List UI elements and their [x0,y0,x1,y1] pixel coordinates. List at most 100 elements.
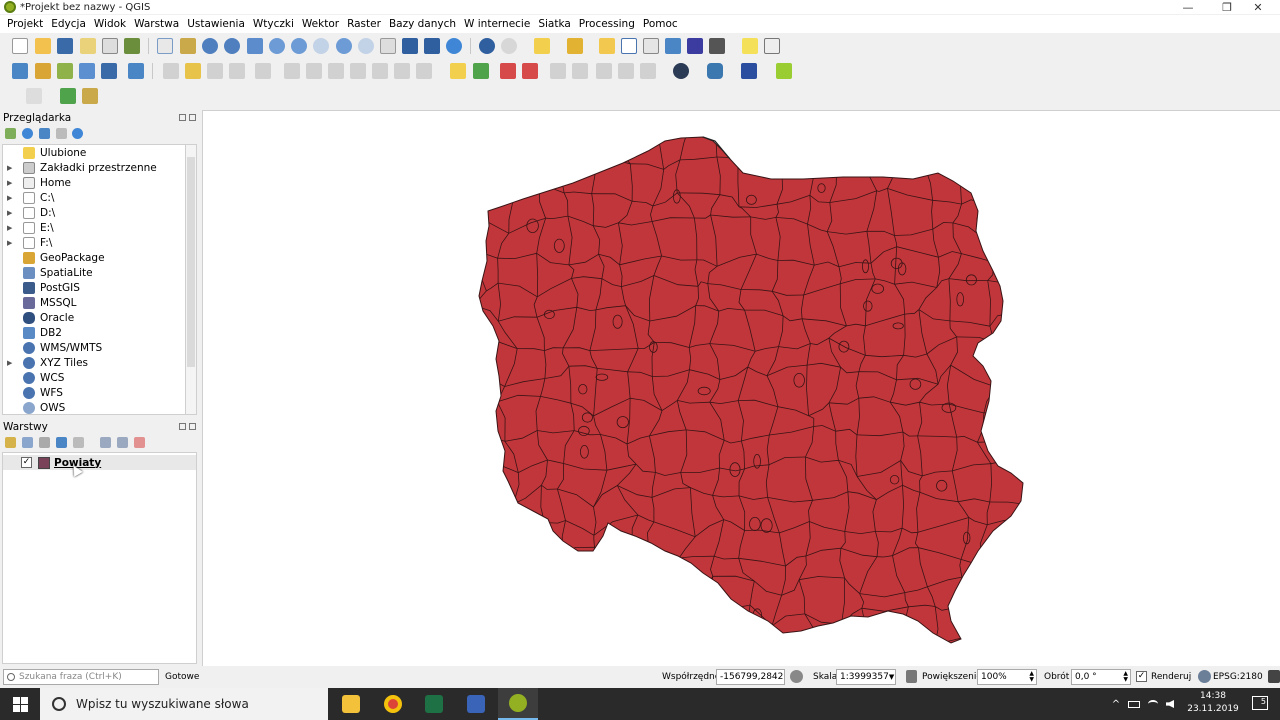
coordinate-field[interactable]: -156799,284230 [716,669,785,685]
taskbar-clock[interactable]: 14:38 23.11.2019 [1185,690,1241,716]
pan-to-selection-icon[interactable] [180,38,196,54]
new-geopackage-icon[interactable] [35,63,51,79]
chrome-icon[interactable] [373,688,413,720]
save-project-icon[interactable] [57,38,73,54]
tree-item-wfs[interactable]: WFS [3,385,185,400]
rotate-label-icon[interactable] [596,63,612,79]
modify-attributes-icon[interactable] [284,63,300,79]
menu-pomoc[interactable]: Pomoc [639,18,682,30]
action-icon[interactable] [501,38,517,54]
add-feature-icon[interactable] [229,63,245,79]
new-virtual-layer-icon[interactable] [101,63,117,79]
spin-arrows-icon[interactable]: ▲ ▼ [1029,671,1034,683]
redo-icon[interactable] [416,63,432,79]
tree-item-wcs[interactable]: WCS [3,370,185,385]
filter-icon[interactable] [39,128,50,139]
statistics-icon[interactable] [687,38,703,54]
manage-themes-icon[interactable] [39,437,50,448]
pan-hand-icon[interactable] [157,38,173,54]
menu-w-internecie[interactable]: W internecie [460,18,534,30]
new-bookmark-icon[interactable] [402,38,418,54]
print-layout-icon[interactable] [102,38,118,54]
copy-features-icon[interactable] [350,63,366,79]
tree-item-e[interactable]: ▶ E:\ [3,220,185,235]
tree-item-f[interactable]: ▶ F:\ [3,235,185,250]
menu-bazy-danych[interactable]: Bazy danych [385,18,460,30]
toggle-editing-icon[interactable] [185,63,201,79]
cut-features-icon[interactable] [328,63,344,79]
notifications-icon[interactable]: 5 [1252,696,1268,710]
processing-toolbox-icon[interactable] [665,38,681,54]
menu-edycja[interactable]: Edycja [47,18,90,30]
map-canvas[interactable] [202,110,1280,666]
zoom-in-icon[interactable] [202,38,218,54]
menu-siatka[interactable]: Siatka [534,18,574,30]
panel-float-icon[interactable] [179,114,186,121]
data-source-manager-icon[interactable] [12,63,28,79]
menu-wektor[interactable]: Wektor [298,18,343,30]
change-label-icon[interactable] [618,63,634,79]
open-project-icon[interactable] [35,38,51,54]
filter-by-expression-icon[interactable] [73,437,84,448]
zoom-out-icon[interactable] [224,38,240,54]
add-group-icon[interactable] [22,437,33,448]
current-edits-icon[interactable] [163,63,179,79]
virtual-layer-icon[interactable] [128,63,144,79]
collapse-all-icon[interactable] [117,437,128,448]
expand-arrow-icon[interactable]: ▶ [7,239,17,247]
expand-arrow-icon[interactable]: ▶ [7,164,17,172]
new-shapefile-icon[interactable] [57,63,73,79]
menu-widok[interactable]: Widok [90,18,130,30]
map-tips-icon[interactable] [742,38,758,54]
snapping-icon[interactable] [26,88,42,104]
tree-item-postgis[interactable]: PostGIS [3,280,185,295]
tree-item-mssql[interactable]: MSSQL [3,295,185,310]
identify-icon[interactable] [479,38,495,54]
field-calculator-icon[interactable] [643,38,659,54]
delete-selected-icon[interactable] [306,63,322,79]
vertex-tool-icon[interactable] [255,63,271,79]
tree-item-wms[interactable]: WMS/WMTS [3,340,185,355]
collapse-all-icon[interactable] [56,128,67,139]
toggle-extents-icon[interactable] [790,670,803,683]
windows-start-button[interactable] [0,688,40,720]
qgis-plugin-icon[interactable] [82,88,98,104]
filter-legend-icon[interactable] [56,437,67,448]
properties-info-icon[interactable] [72,128,83,139]
messages-icon[interactable] [1268,670,1280,683]
help-icon[interactable] [741,63,757,79]
tree-item-zakladki[interactable]: ▶ Zakładki przestrzenne [3,160,185,175]
expand-arrow-icon[interactable]: ▶ [7,359,17,367]
new-map-view-icon[interactable] [380,38,396,54]
menu-warstwa[interactable]: Warstwa [130,18,183,30]
tree-item-home[interactable]: ▶ Home [3,175,185,190]
excel-icon[interactable] [414,688,454,720]
tray-chevron-up-icon[interactable]: ^ [1108,699,1124,710]
battery-icon[interactable] [1128,700,1140,708]
refresh-browser-icon[interactable] [22,128,33,139]
render-checkbox[interactable]: ✓ [1136,671,1147,682]
taskbar-search[interactable]: Wpisz tu wyszukiwane słowa [40,688,328,720]
undo-icon[interactable] [394,63,410,79]
remove-layer-icon[interactable] [134,437,145,448]
tree-item-ulubione[interactable]: Ulubione [3,145,185,160]
refresh-icon[interactable] [446,38,462,54]
crs-globe-icon[interactable] [1198,670,1211,683]
show-hide-labels-icon[interactable] [550,63,566,79]
magnifier-field[interactable]: 100% ▲ ▼ [977,669,1037,685]
select-by-value-icon[interactable] [567,38,583,54]
scrollbar-thumb[interactable] [187,157,195,367]
tree-item-ows[interactable]: OWS [3,400,185,414]
expand-arrow-icon[interactable]: ▶ [7,194,17,202]
rotation-field[interactable]: 0,0 ° ▲ ▼ [1071,669,1131,685]
save-as-icon[interactable] [80,38,96,54]
locator-icon[interactable] [60,88,76,104]
file-explorer-icon[interactable] [331,688,371,720]
volume-icon[interactable] [1166,700,1174,708]
menu-wtyczki[interactable]: Wtyczki [249,18,298,30]
tree-item-geopackage[interactable]: GeoPackage [3,250,185,265]
scale-field[interactable]: 1:3999357 ▼ [836,669,896,685]
tree-item-c[interactable]: ▶ C:\ [3,190,185,205]
zoom-to-selection-icon[interactable] [269,38,285,54]
show-bookmarks-icon[interactable] [424,38,440,54]
